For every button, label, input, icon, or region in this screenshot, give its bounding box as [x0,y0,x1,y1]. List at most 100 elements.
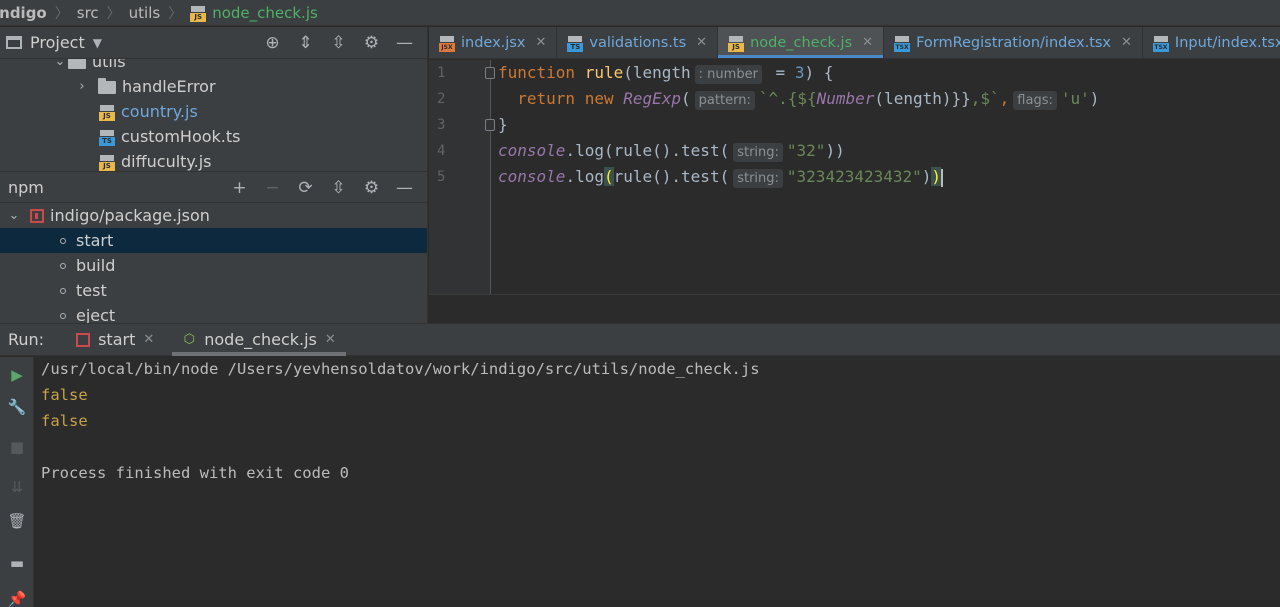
tree-item-diffuculty[interactable]: diffuculty.js [99,149,211,171]
jsx-file-icon [439,35,455,52]
npm-script-start[interactable]: start [0,228,427,253]
code-token: `^.{${ [758,89,817,108]
tsx-file-icon [1152,35,1169,52]
npm-tree: ⌄ indigo/package.json start build test e… [0,203,427,323]
code-token: ) [1089,89,1100,108]
tab-label: Input/index.tsx [1174,34,1280,51]
code-token: rule [613,141,653,160]
close-icon[interactable]: ✕ [862,35,873,50]
tree-item-label: utils [92,59,126,71]
run-tab-start[interactable]: start ✕ [66,323,164,356]
matched-paren: ) [931,167,942,186]
tree-item-utils[interactable]: ⌄ utils [52,59,126,74]
breadcrumb-separator: 〉 [106,5,121,22]
close-icon[interactable]: ✕ [696,35,707,50]
script-icon [60,262,66,269]
tree-item-country[interactable]: country.js [99,99,198,124]
project-panel-icon [6,36,22,49]
gear-icon[interactable]: ⚙ [355,174,388,202]
chevron-down-icon[interactable]: ⌄ [6,208,22,223]
js-file-icon [728,35,745,52]
tab-validations-ts[interactable]: validations.ts ✕ [557,27,719,58]
js-file-icon [99,104,115,121]
chevron-down-icon[interactable]: ⌄ [52,59,68,69]
tab-formregistration-index-tsx[interactable]: FormRegistration/index.tsx ✕ [884,27,1143,58]
breadcrumb-label: utils [128,3,161,22]
breadcrumb-item-utils[interactable]: utils [129,4,161,22]
code-token: rule [584,63,624,82]
tree-item-handleerror[interactable]: › handleError [74,74,216,99]
wrench-icon[interactable]: 🔧 [7,397,27,417]
minimize-icon[interactable]: — [388,174,421,202]
minimize-icon[interactable]: — [388,29,421,57]
breadcrumb-item-indigo[interactable]: indigo [0,4,47,22]
locate-file-icon[interactable]: ⊕ [256,29,289,57]
code-token: = [765,63,795,82]
tab-node-check-js[interactable]: node_check.js ✕ [718,27,885,58]
tree-item-customhook[interactable]: customHook.ts [99,124,241,149]
run-toolbar: ▶ 🔧 ■ ⇊ 🗑 ▬ 📌 [0,357,34,607]
code-token: .log( [565,141,614,160]
line-number: 5 [437,169,446,185]
fold-marker-icon[interactable] [485,67,495,79]
code-token: , [999,89,1010,108]
inlay-hint: string: [733,143,783,162]
breadcrumb: indigo 〉 src 〉 utils 〉 node_check.js [0,0,1280,26]
code-token: console [498,141,566,160]
pin-icon[interactable]: 📌 [7,589,27,607]
add-icon[interactable]: + [223,174,256,202]
layout-icon[interactable]: ▬ [7,553,27,573]
code-token: .log [565,167,604,186]
gear-icon[interactable]: ⚙ [355,29,388,57]
console-output[interactable]: /usr/local/bin/node /Users/yevhensoldato… [34,357,1280,607]
code-line-1: function rule(length: number = 3) { [498,60,833,86]
breadcrumb-separator: 〉 [54,5,69,22]
breadcrumb-item-file[interactable]: node_check.js [190,4,318,22]
tab-index-jsx[interactable]: index.jsx ✕ [429,27,558,58]
code-token: ().test( [652,141,730,160]
npm-package[interactable]: ⌄ indigo/package.json [0,203,427,228]
npm-script-build[interactable]: build [0,253,427,278]
code-token: } [498,115,508,134]
project-view-selector[interactable]: Project ▼ [6,33,102,52]
tree-item-label: customHook.ts [121,127,241,146]
chevron-right-icon[interactable]: › [74,79,90,94]
npm-script-eject[interactable]: eject [0,303,427,323]
code-token: return new [517,89,614,108]
close-icon[interactable]: ✕ [325,332,336,347]
tree-item-label: country.js [121,102,198,121]
script-icon [60,312,66,319]
npm-script-test[interactable]: test [0,278,427,303]
run-tab-node-check[interactable]: ⬡ node_check.js ✕ [172,323,346,356]
collapse-all-icon[interactable]: ⇳ [322,174,355,202]
code-token: function [498,63,576,82]
fold-marker-icon[interactable] [485,119,495,131]
trash-icon[interactable]: 🗑 [7,511,27,531]
npm-panel-title: npm [8,177,44,197]
expand-all-icon[interactable]: ⇕ [289,29,322,57]
tab-label: validations.ts [589,34,687,51]
close-icon[interactable]: ✕ [535,35,546,50]
rerun-icon[interactable]: ▶ [7,365,27,385]
code-token: rule [613,167,653,186]
code-line-2: return new RegExp(pattern: `^.{${Number(l… [498,86,1099,112]
code-editor[interactable]: 1 2 3 4 5 function rule(length: number =… [429,60,1280,323]
breadcrumb-label: node_check.js [212,3,318,22]
tree-item-label: handleError [122,77,216,96]
inlay-hint: string: [733,169,783,188]
js-file-icon [190,5,207,22]
collapse-all-icon[interactable]: ⇳ [322,29,355,57]
scroll-to-end-icon: ⇊ [10,478,24,496]
code-token: ,$` [970,89,1000,108]
close-icon[interactable]: ✕ [1121,35,1132,50]
js-file-icon [99,154,115,171]
tab-input-index-tsx[interactable]: Input/index.tsx ✕ [1143,27,1280,58]
matched-paren: ( [603,167,614,186]
script-icon [60,287,66,294]
project-tool-window: Project ▼ ⊕ ⇕ ⇳ ⚙ — ⌄ utils › handleErro… [0,27,428,323]
breadcrumb-item-src[interactable]: src [77,4,99,22]
reload-icon[interactable]: ⟳ [289,174,322,202]
project-tree: ⌄ utils › handleError country.js customH… [0,59,427,171]
close-icon[interactable]: ✕ [143,332,154,347]
editor-bottom-area [429,294,1280,323]
